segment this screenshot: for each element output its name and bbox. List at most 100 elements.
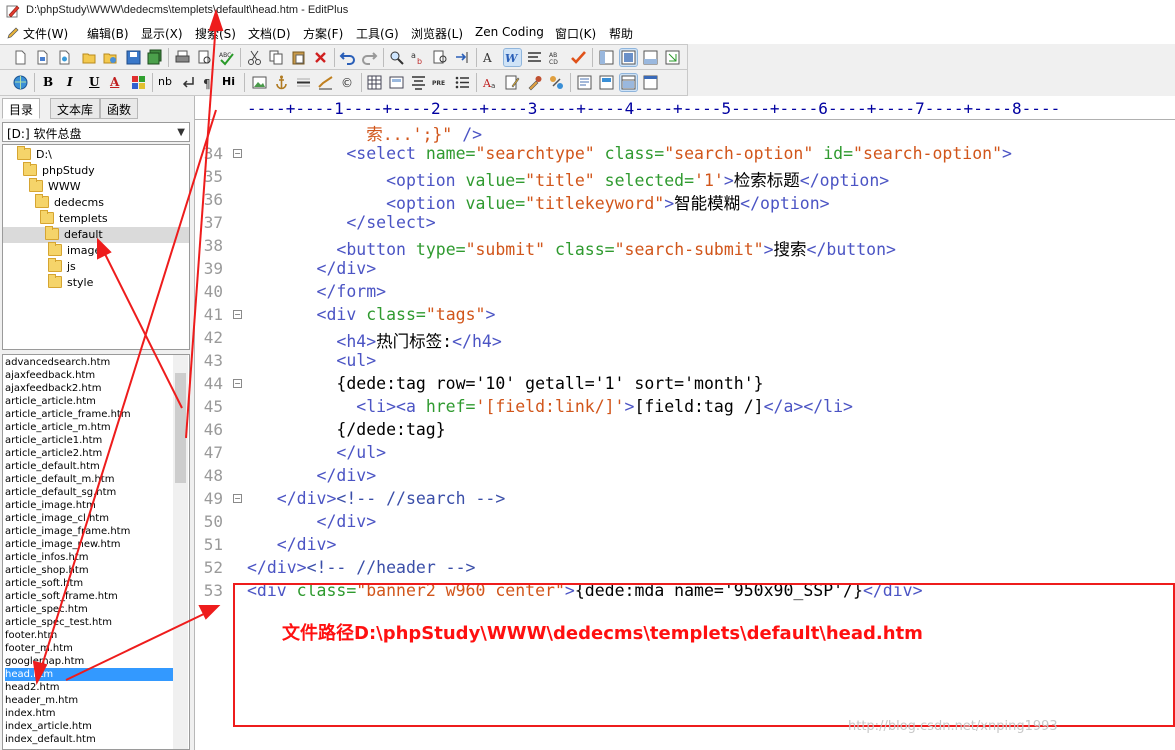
new-html-icon[interactable] [34, 49, 51, 66]
edit-tag-icon[interactable] [504, 74, 521, 91]
preformatted-icon[interactable]: PRE [432, 74, 449, 91]
file-list-item[interactable]: index.htm [5, 707, 173, 720]
fullscreen-icon[interactable] [664, 49, 681, 66]
marquee-icon[interactable] [317, 74, 334, 91]
open-file-icon[interactable] [81, 49, 98, 66]
check-mark-icon[interactable] [570, 49, 587, 66]
anchor-icon[interactable] [273, 74, 290, 91]
drive-select[interactable]: [D:] 软件总盘 ▼ [2, 122, 190, 142]
font-tag-icon[interactable]: Aa [482, 74, 499, 91]
open-remote-icon[interactable] [102, 49, 119, 66]
file-list-item[interactable]: advancedsearch.htm [5, 356, 173, 369]
replace-icon[interactable]: ab [410, 49, 427, 66]
fold-toggle-icon[interactable]: − [233, 494, 242, 503]
file-list-item[interactable]: ajaxfeedback.htm [5, 369, 173, 382]
file-list-item[interactable]: header_m.htm [5, 694, 173, 707]
fold-toggle-icon[interactable]: − [233, 379, 242, 388]
split-window-icon[interactable] [619, 73, 638, 92]
nbsp-button[interactable]: nb [158, 75, 172, 88]
save-all-icon[interactable] [146, 49, 163, 66]
tools-icon[interactable] [548, 74, 565, 91]
ruler-toggle-icon[interactable] [526, 49, 543, 66]
tab-functions[interactable]: 函数 [100, 98, 139, 119]
bold-button[interactable]: B [43, 75, 53, 89]
tree-node-images[interactable]: images [48, 242, 107, 259]
file-list-item[interactable]: article_soft.htm [5, 577, 173, 590]
file-list-item[interactable]: googlemap.htm [5, 655, 173, 668]
file-list-item[interactable]: index_article.htm [5, 720, 173, 733]
menu-help[interactable]: 帮助 [609, 25, 633, 42]
file-list-item[interactable]: article_infos.htm [5, 551, 173, 564]
file-list-item[interactable]: article_shop.htm [5, 564, 173, 577]
window-icon[interactable] [642, 74, 659, 91]
menu-tools[interactable]: 工具(G) [356, 25, 399, 42]
find-in-files-icon[interactable] [432, 49, 449, 66]
line-number-icon[interactable]: ABCD [548, 49, 565, 66]
copy-icon[interactable] [268, 49, 285, 66]
color-picker-icon[interactable] [526, 74, 543, 91]
output-window-icon[interactable] [642, 49, 659, 66]
horizontal-rule-icon[interactable] [295, 74, 312, 91]
list-icon[interactable] [454, 74, 471, 91]
menu-project[interactable]: 方案(F) [303, 25, 343, 42]
menu-view[interactable]: 显示(X) [141, 25, 183, 42]
file-list-item[interactable]: index_default.htm [5, 733, 173, 746]
tree-node-style[interactable]: style [48, 274, 93, 291]
properties-icon[interactable] [598, 74, 615, 91]
paste-icon[interactable] [290, 49, 307, 66]
menu-document[interactable]: 文档(D) [248, 25, 291, 42]
file-list-item[interactable]: article_default_m.htm [5, 473, 173, 486]
tab-directory[interactable]: 目录 [2, 98, 41, 119]
file-list-item[interactable]: head.htm [5, 668, 173, 681]
tree-node-phpstudy[interactable]: phpStudy [23, 162, 95, 179]
spell-check-icon[interactable]: ABC [218, 49, 235, 66]
file-list-item[interactable]: article_image.htm [5, 499, 173, 512]
tree-node-js[interactable]: js [48, 258, 76, 275]
align-center-icon[interactable] [410, 74, 427, 91]
menu-file[interactable]: 文件(W) [6, 25, 68, 42]
menu-window[interactable]: 窗口(K) [555, 25, 596, 42]
tree-node-templets[interactable]: templets [40, 210, 108, 227]
font-size-icon[interactable]: A [482, 49, 499, 66]
browser-preview-icon[interactable] [12, 74, 29, 91]
cut-icon[interactable] [246, 49, 263, 66]
font-color-button[interactable]: A [110, 75, 119, 89]
tab-cliptext[interactable]: 文本库 [50, 98, 101, 119]
tree-node-default[interactable]: default [3, 226, 189, 243]
menu-search[interactable]: 搜索(S) [195, 25, 236, 42]
paragraph-icon[interactable]: ¶ [200, 74, 217, 91]
italic-button[interactable]: I [67, 75, 73, 89]
table-icon[interactable] [366, 74, 383, 91]
undo-icon[interactable] [339, 49, 356, 66]
delete-icon[interactable] [312, 49, 329, 66]
underline-button[interactable]: U [89, 75, 99, 89]
menu-zen-coding[interactable]: Zen Coding [475, 25, 544, 39]
save-icon[interactable] [125, 49, 142, 66]
tree-node-drive[interactable]: D:\ [17, 146, 52, 163]
file-list-item[interactable]: article_image_cl.htm [5, 512, 173, 525]
copyright-icon[interactable]: © [339, 74, 356, 91]
print-icon[interactable] [174, 49, 191, 66]
cliptext-window-icon[interactable] [619, 48, 638, 67]
find-icon[interactable] [388, 49, 405, 66]
file-list-item[interactable]: footer_m.htm [5, 642, 173, 655]
file-list-item[interactable]: article_soft_frame.htm [5, 590, 173, 603]
color-palette-icon[interactable] [130, 74, 147, 91]
file-list-item[interactable]: article_article.htm [5, 395, 173, 408]
goto-line-icon[interactable] [454, 49, 471, 66]
file-list-item[interactable]: article_spec_test.htm [5, 616, 173, 629]
tree-node-www[interactable]: WWW [29, 178, 81, 195]
image-icon[interactable] [251, 74, 268, 91]
file-list-item[interactable]: article_article2.htm [5, 447, 173, 460]
menu-browser[interactable]: 浏览器(L) [411, 25, 463, 42]
file-list-item[interactable]: ajaxfeedback2.htm [5, 382, 173, 395]
word-wrap-icon[interactable]: W [503, 48, 522, 67]
file-list-item[interactable]: article_image_new.htm [5, 538, 173, 551]
fold-toggle-icon[interactable]: − [233, 310, 242, 319]
new-file-icon[interactable] [12, 49, 29, 66]
fold-toggle-icon[interactable]: − [233, 149, 242, 158]
file-list-item[interactable]: article_default.htm [5, 460, 173, 473]
new-browser-icon[interactable] [56, 49, 73, 66]
directory-window-icon[interactable] [598, 49, 615, 66]
file-list-item[interactable]: article_article_m.htm [5, 421, 173, 434]
